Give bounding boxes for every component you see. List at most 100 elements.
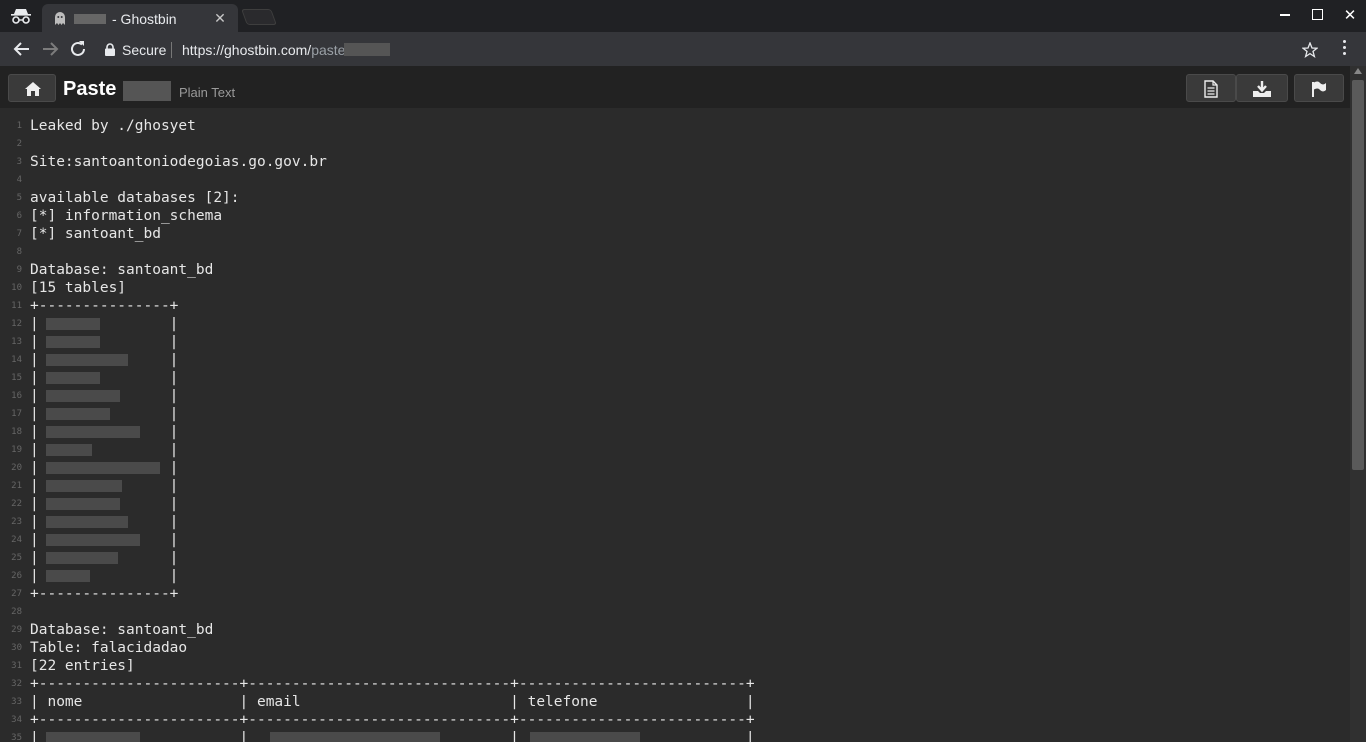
forward-arrow-icon[interactable] [38,37,62,61]
address-bar[interactable]: Secure https://ghostbin.com/paste [96,35,1332,63]
window-maximize-icon[interactable] [1312,9,1323,20]
code-line: [22 entries] [30,658,135,674]
browser-menu-icon[interactable] [1336,37,1352,59]
code-line: +-----------------------+---------------… [30,676,755,692]
redacted-text [270,732,440,742]
code-line: +-----------------------+---------------… [30,712,755,728]
line-number: 1 [16,121,22,131]
scroll-up-arrow-icon[interactable] [1354,68,1362,74]
lock-icon [105,43,115,56]
line-number: 23 [11,517,22,527]
redacted-text [46,462,160,474]
line-number: 22 [11,499,22,509]
download-button[interactable] [1236,74,1288,102]
page-title: Paste [63,78,117,100]
line-number: 28 [11,607,22,617]
new-tab-button[interactable] [241,9,277,25]
code-line: available databases [2]: [30,190,240,206]
code-line: Database: santoant_bd [30,622,214,638]
home-button[interactable] [8,74,56,102]
line-number: 17 [11,409,22,419]
line-number: 29 [11,625,22,635]
line-number: 20 [11,463,22,473]
line-number: 26 [11,571,22,581]
redacted-text [46,552,118,564]
home-icon [25,82,41,96]
code-line: Site:santoantoniodegoias.go.gov.br [30,154,327,170]
line-number: 35 [11,733,22,742]
line-number: 13 [11,337,22,347]
line-number: 18 [11,427,22,437]
tab-title-redaction [74,14,106,24]
redacted-text [46,570,90,582]
window-minimize-icon[interactable] [1280,14,1290,16]
redacted-text [46,516,128,528]
line-number: 21 [11,481,22,491]
line-number: 31 [11,661,22,671]
url-path: paste [311,42,346,58]
redacted-text [46,372,100,384]
code-line: Leaked by ./ghosyet [30,118,196,134]
vertical-scrollbar[interactable] [1350,66,1366,742]
secure-label: Secure [122,42,167,58]
code-line: [15 tables] [30,280,127,296]
tab-title: - Ghostbin [112,11,177,27]
paste-id-redaction [123,81,171,101]
raw-view-button[interactable] [1186,74,1236,102]
line-number: 32 [11,679,22,689]
address-separator [171,42,172,58]
code-line: [*] santoant_bd [30,226,161,242]
line-number: 3 [16,157,22,167]
document-icon [1204,80,1218,98]
url-redaction [344,43,390,56]
ghostbin-page: Paste Plain Text 1 Leaked by ./ghosyet 2 3 S… [0,66,1350,742]
line-number: 19 [11,445,22,455]
back-arrow-icon[interactable] [10,37,34,61]
redacted-text [46,318,100,330]
ghost-favicon-icon [55,12,65,25]
redacted-text [46,732,140,742]
redacted-text [530,732,640,742]
line-number: 9 [16,265,22,275]
line-number: 5 [16,193,22,203]
scrollbar-thumb[interactable] [1352,80,1364,470]
code-line: +---------------+ [30,586,179,602]
browser-toolbar: Secure https://ghostbin.com/paste [0,32,1366,66]
redacted-text [46,444,92,456]
line-number: 11 [11,301,22,311]
line-number: 15 [11,373,22,383]
line-number: 27 [11,589,22,599]
line-number: 25 [11,553,22,563]
download-icon [1253,81,1271,97]
tab-close-icon[interactable]: ✕ [210,8,230,28]
report-button[interactable] [1294,74,1344,102]
line-number: 33 [11,697,22,707]
line-number: 34 [11,715,22,725]
window-close-icon[interactable]: ✕ [1340,6,1360,26]
line-number: 8 [16,247,22,257]
url-text[interactable]: https://ghostbin.com/paste [182,42,345,58]
redacted-text [46,336,100,348]
browser-tab[interactable]: - Ghostbin ✕ [42,4,238,32]
redacted-text [46,426,140,438]
line-number: 12 [11,319,22,329]
redacted-text [46,534,140,546]
redacted-text [46,480,122,492]
line-number: 24 [11,535,22,545]
redacted-text [46,390,120,402]
line-number: 2 [16,139,22,149]
reload-icon[interactable] [66,37,90,61]
redacted-text [46,354,128,366]
line-number: 4 [16,175,22,185]
paste-header: Paste Plain Text [0,66,1350,108]
tab-strip: - Ghostbin ✕ ✕ [0,0,1366,32]
bookmark-star-icon[interactable] [1302,42,1318,58]
code-line: +---------------+ [30,298,179,314]
line-number: 7 [16,229,22,239]
code-line: Table: falacidadao [30,640,188,656]
language-label: Plain Text [179,85,236,100]
line-number: 10 [11,283,22,293]
code-line: | nome | email | telefone | [30,694,755,710]
redacted-text [46,498,120,510]
redacted-text [46,408,110,420]
